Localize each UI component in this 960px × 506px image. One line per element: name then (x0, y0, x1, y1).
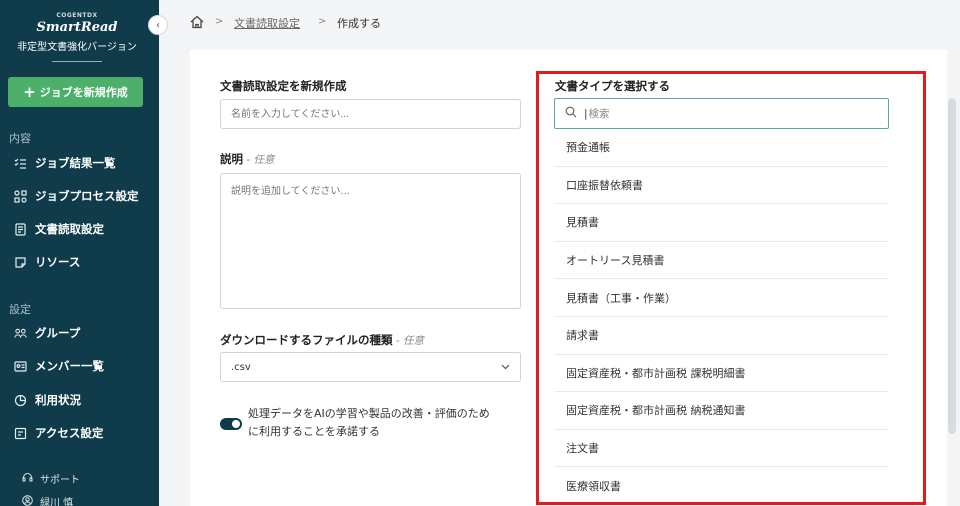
sidebar-item-doc-settings[interactable]: 文書読取設定 (14, 218, 104, 240)
description-label: 説明 - 任意 (220, 151, 274, 167)
chevron-down-icon (501, 362, 510, 373)
sidebar-item-groups[interactable]: グループ (14, 322, 80, 344)
download-type-label: ダウンロードするファイルの種類 - 任意 (220, 332, 424, 348)
doc-type-option[interactable]: 固定資産税・都市計画税 課税明細書 (555, 354, 888, 393)
member-card-icon (14, 360, 27, 373)
access-icon (14, 427, 27, 440)
sidebar: COGENTDX SmartRead 非定型文書強化バージョン + ジョブを新規… (0, 0, 159, 506)
download-type-value: .csv (231, 361, 251, 373)
optional-tag: - 任意 (392, 335, 424, 347)
sidebar-item-label: ジョブプロセス設定 (35, 189, 139, 203)
brand-company: COGENTDX (56, 12, 98, 19)
doc-type-title: 文書タイプを選択する (555, 79, 670, 93)
doc-type-option[interactable]: 見積書（工事・作業） (555, 279, 888, 317)
sidebar-item-label: アクセス設定 (35, 426, 104, 440)
process-icon (14, 189, 27, 203)
group-icon (14, 327, 27, 340)
consent-text: 処理データをAIの学習や製品の改善・評価のため に利用することを承諾する (248, 405, 490, 441)
breadcrumb-separator: > (318, 16, 327, 27)
sidebar-item-resources[interactable]: リソース (14, 251, 80, 273)
pie-chart-icon (14, 394, 27, 407)
doc-type-list: 預金通帳 口座振替依頼書 見積書 オートリース見積書 見積書（工事・作業） 請求… (555, 129, 888, 505)
search-icon (565, 106, 577, 121)
brand-logo: SmartRead (36, 20, 118, 35)
breadcrumb: > 文書読取設定 > 作成する (159, 0, 960, 50)
sidebar-item-job-process[interactable]: ジョブプロセス設定 (14, 185, 139, 207)
consent-line-2: に利用することを承諾する (248, 425, 380, 438)
brand-divider (52, 61, 102, 62)
description-textarea[interactable] (220, 173, 521, 309)
name-label: 文書読取設定を新規作成 (220, 79, 347, 93)
sidebar-item-label: 利用状況 (35, 393, 81, 407)
doc-type-search[interactable]: | 検索 (554, 98, 889, 129)
user-icon (22, 494, 33, 506)
document-icon (14, 222, 27, 236)
resource-icon (14, 256, 27, 269)
description-label-text: 説明 (220, 152, 243, 166)
sidebar-item-label: ジョブ結果一覧 (35, 156, 116, 170)
page-scrollbar[interactable] (948, 98, 956, 434)
doc-type-option[interactable]: 注文書 (555, 429, 888, 468)
doc-type-option[interactable]: 請求書 (555, 316, 888, 355)
user-menu[interactable]: 緑川 慎 (22, 494, 73, 506)
sidebar-item-members[interactable]: メンバー一覧 (14, 355, 104, 377)
new-job-button[interactable]: + ジョブを新規作成 (8, 77, 143, 107)
download-type-label-text: ダウンロードするファイルの種類 (220, 333, 393, 347)
chevron-left-icon: ‹ (156, 19, 160, 31)
section-label-content: 内容 (9, 132, 31, 145)
home-icon[interactable] (189, 14, 205, 30)
doc-type-option[interactable]: 固定資産税・都市計画税 納税通知書 (555, 392, 888, 430)
list-check-icon (14, 157, 27, 170)
support-link[interactable]: サポート (22, 471, 80, 486)
breadcrumb-current: 作成する (337, 17, 381, 30)
text-cursor: | (584, 107, 588, 120)
doc-type-option[interactable]: 見積書 (555, 204, 888, 242)
sidebar-item-label: 文書読取設定 (35, 222, 104, 236)
plus-icon: + (23, 83, 36, 101)
consent-toggle[interactable] (220, 418, 242, 430)
sidebar-item-label: リソース (35, 255, 81, 269)
support-label: サポート (40, 475, 80, 486)
doc-type-option[interactable]: オートリース見積書 (555, 241, 888, 280)
headset-icon (22, 472, 33, 486)
download-type-select[interactable]: .csv (220, 352, 521, 382)
sidebar-item-access[interactable]: アクセス設定 (14, 422, 103, 444)
new-job-label: ジョブを新規作成 (39, 86, 128, 99)
name-input[interactable] (220, 99, 521, 129)
doc-type-option[interactable]: 医療領収書 (555, 467, 888, 505)
breadcrumb-link-doc-settings[interactable]: 文書読取設定 (234, 15, 300, 31)
sidebar-item-job-results[interactable]: ジョブ結果一覧 (14, 152, 116, 174)
collapse-sidebar-button[interactable]: ‹ (148, 15, 168, 35)
breadcrumb-separator: > (215, 16, 224, 27)
search-placeholder: 検索 (588, 108, 610, 120)
sidebar-item-usage[interactable]: 利用状況 (14, 389, 81, 411)
doc-type-option[interactable]: 口座振替依頼書 (555, 166, 888, 205)
section-label-settings: 設定 (9, 303, 31, 316)
optional-tag: - 任意 (243, 154, 275, 166)
doc-type-option[interactable]: 預金通帳 (555, 129, 888, 167)
user-name: 緑川 慎 (40, 498, 74, 506)
brand-edition: 非定型文書強化バージョン (17, 42, 137, 53)
sidebar-item-label: メンバー一覧 (35, 359, 104, 373)
toggle-knob (232, 420, 240, 428)
consent-line-1: 処理データをAIの学習や製品の改善・評価のため (248, 407, 490, 420)
sidebar-item-label: グループ (35, 326, 81, 340)
